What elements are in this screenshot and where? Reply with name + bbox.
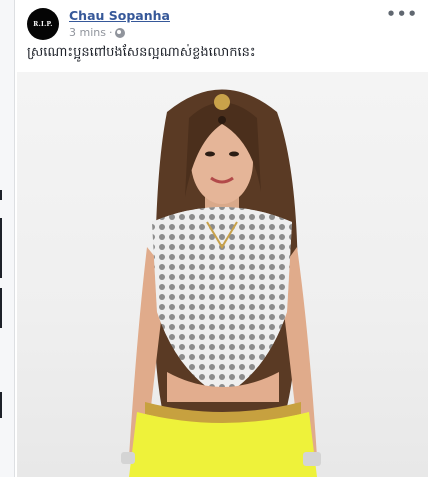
- globe-icon[interactable]: [115, 27, 126, 38]
- author-name-link[interactable]: Chau Sopanha: [69, 8, 170, 23]
- edge-mark: [0, 392, 2, 418]
- post-card: R.I.P. Chau Sopanha 3 mins · ••• ស្រណោះប…: [14, 0, 428, 477]
- woman-in-lace-top-photo: [121, 89, 321, 477]
- meta-separator: ·: [108, 26, 113, 39]
- left-page-edge: [0, 0, 14, 477]
- post-meta: 3 mins ·: [69, 26, 126, 39]
- edge-mark: [0, 218, 2, 278]
- post-timestamp[interactable]: 3 mins: [69, 26, 106, 39]
- edge-mark: [0, 190, 2, 200]
- more-options-icon[interactable]: •••: [386, 7, 418, 22]
- avatar-label: R.I.P.: [33, 20, 53, 28]
- avatar[interactable]: R.I.P.: [27, 8, 59, 40]
- edge-mark: [0, 288, 2, 328]
- post-photo[interactable]: [17, 72, 428, 477]
- post-text: ស្រណោះប្អូនពៅបងសែនល្អណាស់ខ្លងលោកនេះ: [27, 45, 256, 60]
- post-header: R.I.P. Chau Sopanha 3 mins · •••: [27, 6, 420, 40]
